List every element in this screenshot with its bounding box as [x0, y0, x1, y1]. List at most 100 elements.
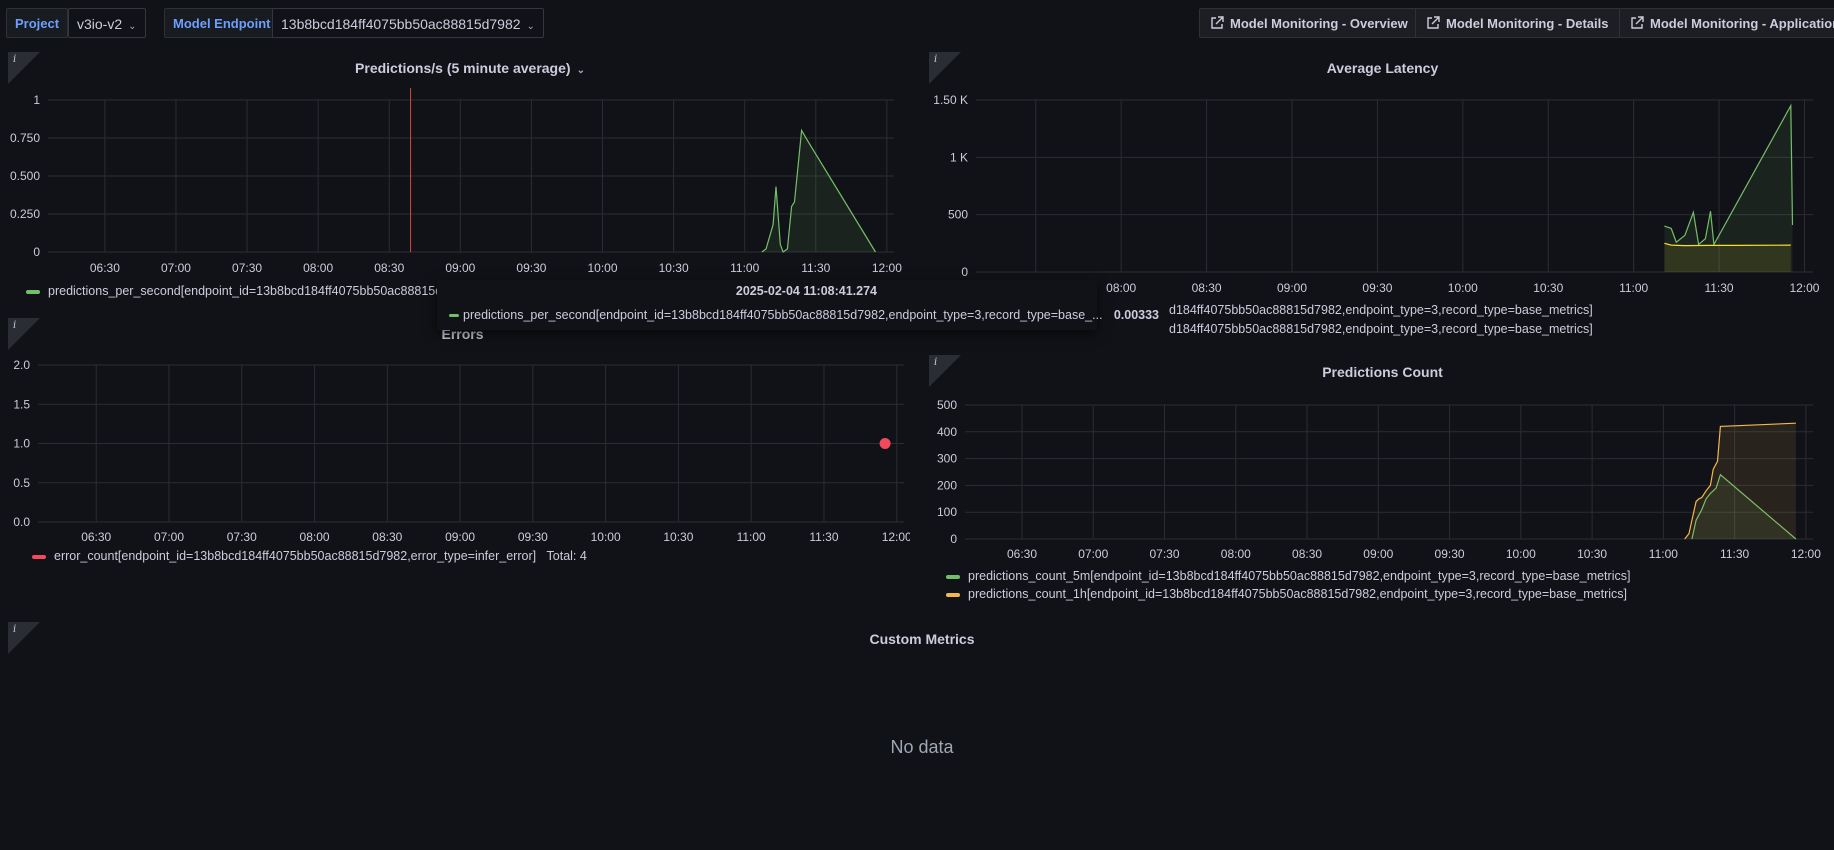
legend-item[interactable]: predictions_count_5m[endpoint_id=13b8bcd…: [946, 569, 1630, 583]
x-tick-label: 11:00: [1619, 281, 1648, 295]
legend-item[interactable]: predictions_count_1h[endpoint_id=13b8bcd…: [946, 587, 1627, 601]
y-tick-label: 0.5: [13, 476, 30, 490]
x-tick-label: 08:30: [372, 530, 402, 544]
x-tick-label: 09:00: [1277, 281, 1307, 295]
y-tick-label: 0.250: [10, 207, 40, 221]
x-tick-label: 09:30: [518, 530, 548, 544]
x-tick-label: 06:30: [81, 530, 111, 544]
y-tick-label: 100: [937, 505, 957, 519]
chevron-down-icon: ⌄: [576, 65, 585, 76]
x-tick-label: 11:30: [809, 530, 838, 544]
panel-title[interactable]: Predictions/s (5 minute average) ⌄: [0, 60, 940, 76]
x-tick-label: 11:30: [801, 261, 830, 275]
chevron-down-icon: ⌄: [128, 21, 137, 32]
chart-errors[interactable]: 0.0 0.5 1.0 1.5 2.0 06:30 07:00 07:30 08:00 08:30…: [0, 354, 910, 554]
link-applications-label: Model Monitoring - Applications: [1650, 16, 1834, 31]
no-data-message: No data: [890, 737, 954, 757]
x-tick-label: 08:30: [374, 261, 404, 275]
external-link-icon: [1211, 16, 1224, 29]
chart-average-latency[interactable]: 05001 K1.50 K07:3008:0008:3009:0009:3010…: [925, 88, 1834, 298]
x-tick-label: 10:00: [1506, 547, 1536, 561]
y-tick-label: 1.50 K: [933, 93, 968, 107]
y-tick-label: 200: [937, 478, 957, 492]
series-area: [1664, 243, 1791, 272]
x-tick-label: 10:30: [1533, 281, 1563, 295]
endpoint-variable-select[interactable]: 13b8bcd184ff4075bb50ac88815d7982 ⌄: [272, 8, 544, 38]
y-tick-label: 1.0: [13, 437, 30, 451]
legend-item[interactable]: predictions_per_second[endpoint_id=13b8b…: [26, 284, 442, 298]
x-tick-label: 08:00: [303, 261, 333, 275]
x-tick-label: 08:00: [300, 530, 330, 544]
chevron-down-icon: ⌄: [526, 21, 535, 32]
y-tick-label: 1 K: [950, 150, 968, 164]
legend-item[interactable]: d184ff4075bb50ac88815d7982,endpoint_type…: [1169, 303, 1593, 317]
x-tick-label: 09:30: [1362, 281, 1392, 295]
link-overview-button[interactable]: Model Monitoring - Overview: [1199, 8, 1419, 38]
panel-title[interactable]: Custom Metrics: [0, 631, 1834, 647]
legend-item[interactable]: d184ff4075bb50ac88815d7982,endpoint_type…: [1169, 322, 1593, 336]
x-tick-label: 08:00: [1221, 547, 1251, 561]
series-area: [1684, 423, 1796, 539]
x-tick-label: 10:00: [1448, 281, 1478, 295]
y-tick-label: 0: [961, 265, 968, 279]
x-tick-label: 10:30: [1577, 547, 1607, 561]
x-tick-label: 07:30: [232, 261, 262, 275]
legend-swatch: [946, 592, 960, 597]
x-tick-label: 09:00: [445, 530, 475, 544]
y-tick-label: 1: [33, 93, 40, 107]
x-tick-label: 11:00: [1649, 547, 1678, 561]
chart-predictions-count[interactable]: 0 100 200 300 400 500 06:30 07:00 07:30 08:00 08:3…: [925, 392, 1834, 570]
y-tick-label: 0.0: [13, 515, 30, 529]
x-tick-label: 08:30: [1292, 547, 1322, 561]
x-tick-label: 12:00: [1791, 547, 1821, 561]
panel-title[interactable]: Average Latency: [925, 60, 1834, 76]
link-details-label: Model Monitoring - Details: [1446, 16, 1609, 31]
x-tick-label: 12:00: [882, 530, 910, 544]
x-tick-label: 10:00: [588, 261, 618, 275]
endpoint-variable-label: Model Endpoint: [164, 8, 280, 38]
x-tick-label: 11:30: [1720, 547, 1749, 561]
x-tick-label: 10:30: [659, 261, 689, 275]
link-overview-label: Model Monitoring - Overview: [1230, 16, 1408, 31]
x-tick-label: 08:00: [1106, 281, 1136, 295]
y-tick-label: 0: [33, 245, 40, 259]
chart-predictions-per-second[interactable]: 0 0.250 0.500 0.750 1 06:30 07:00 07:30 08:00 08:…: [0, 88, 910, 278]
panel-title[interactable]: Predictions Count: [925, 364, 1834, 380]
link-applications-button[interactable]: Model Monitoring - Applications: [1619, 8, 1834, 38]
legend-label: predictions_count_1h[endpoint_id=13b8bcd…: [968, 587, 1627, 601]
endpoint-value: 13b8bcd184ff4075bb50ac88815d7982: [281, 16, 521, 32]
x-tick-label: 07:00: [161, 261, 191, 275]
legend-swatch: [26, 289, 40, 294]
y-tick-label: 300: [937, 452, 957, 466]
x-tick-label: 11:00: [737, 530, 766, 544]
y-tick-label: 1.5: [13, 397, 30, 411]
x-tick-label: 07:30: [1150, 547, 1180, 561]
tooltip-time: 2025-02-04 11:08:41.274: [735, 284, 877, 298]
legend-swatch: [32, 554, 46, 559]
legend-label: predictions_count_5m[endpoint_id=13b8bcd…: [968, 569, 1631, 583]
tooltip-value: 0.00333: [1113, 308, 1159, 322]
project-variable-select[interactable]: v3io-v2 ⌄: [68, 8, 146, 38]
data-point[interactable]: [879, 438, 891, 449]
project-value: v3io-v2: [77, 16, 123, 32]
panel-custom-metrics: i Custom Metrics: [0, 622, 1834, 850]
x-tick-label: 10:30: [663, 530, 693, 544]
legend-label: predictions_per_second[endpoint_id=13b8b…: [48, 284, 443, 298]
y-tick-label: 500: [948, 208, 968, 222]
x-tick-label: 11:00: [730, 261, 759, 275]
x-tick-label: 12:00: [1789, 281, 1819, 295]
link-details-button[interactable]: Model Monitoring - Details: [1415, 8, 1620, 38]
hover-tooltip: 2025-02-04 11:08:41.274 predictions_per_…: [437, 280, 1159, 330]
x-tick-label: 09:00: [445, 261, 475, 275]
y-tick-label: 2.0: [13, 358, 30, 372]
y-tick-label: 0: [950, 532, 957, 546]
y-tick-label: 500: [937, 398, 957, 412]
x-tick-label: 09:30: [516, 261, 546, 275]
x-tick-label: 12:00: [872, 261, 902, 275]
x-tick-label: 07:00: [1078, 547, 1108, 561]
x-tick-label: 06:30: [90, 261, 120, 275]
external-link-icon: [1427, 16, 1440, 29]
external-link-icon: [1631, 16, 1644, 29]
x-tick-label: 10:00: [591, 530, 621, 544]
series-area: [761, 130, 876, 252]
